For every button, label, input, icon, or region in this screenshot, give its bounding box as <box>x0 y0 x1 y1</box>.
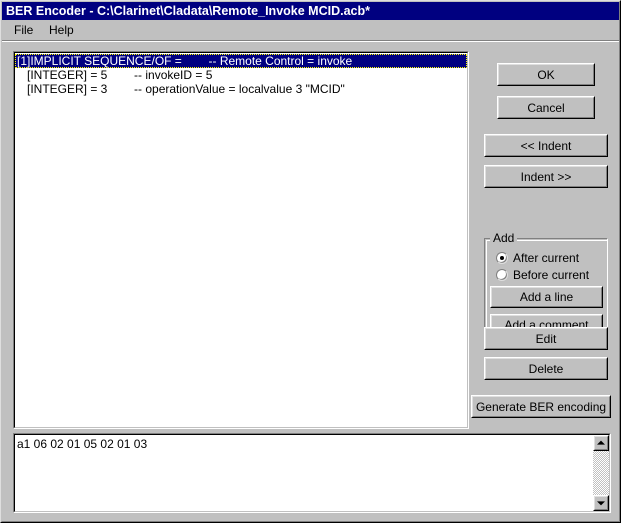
arrow-down-icon <box>597 501 605 506</box>
table-row[interactable]: [INTEGER] = 5 -- invokeID = 5 <box>15 68 467 82</box>
radio-before-current-icon <box>496 269 508 281</box>
cancel-button-label: Cancel <box>498 97 594 118</box>
radio-before-current-label: Before current <box>513 268 590 282</box>
cancel-button[interactable]: Cancel <box>497 96 595 119</box>
scroll-up-button[interactable] <box>593 435 609 451</box>
delete-button[interactable]: Delete <box>484 357 608 380</box>
indent-left-button[interactable]: << Indent <box>484 134 608 157</box>
asn1-structure-listbox[interactable]: [1]IMPLICIT SEQUENCE/OF = -- Remote Cont… <box>13 51 469 429</box>
ber-encoder-window: BER Encoder - C:\Clarinet\Cladata\Remote… <box>0 0 621 523</box>
indent-right-button[interactable]: Indent >> <box>484 165 608 188</box>
add-line-button[interactable]: Add a line <box>490 286 603 308</box>
radio-after-current[interactable]: After current <box>496 250 579 266</box>
scrollbar-track[interactable] <box>593 451 609 495</box>
radio-after-current-label: After current <box>513 251 580 265</box>
table-row[interactable]: [INTEGER] = 3 -- operationValue = localv… <box>15 82 467 96</box>
edit-button-label: Edit <box>485 328 607 349</box>
menu-item-help[interactable]: Help <box>44 23 79 38</box>
window-titlebar: BER Encoder - C:\Clarinet\Cladata\Remote… <box>2 2 619 20</box>
menu-item-file[interactable]: File <box>9 23 38 38</box>
edit-button[interactable]: Edit <box>484 327 608 350</box>
generate-ber-encoding-button-label: Generate BER encoding <box>472 396 610 417</box>
delete-button-label: Delete <box>485 358 607 379</box>
ok-button-label: OK <box>498 64 594 85</box>
radio-after-current-icon <box>496 252 508 264</box>
asn1-row-container: [1]IMPLICIT SEQUENCE/OF = -- Remote Cont… <box>15 53 467 96</box>
add-groupbox-title: Add <box>490 232 518 244</box>
ber-output-textbox[interactable]: a1 06 02 01 05 02 01 03 <box>13 433 611 513</box>
radio-before-current[interactable]: Before current <box>496 267 589 283</box>
generate-ber-encoding-button[interactable]: Generate BER encoding <box>471 395 611 418</box>
scroll-down-button[interactable] <box>593 495 609 511</box>
menubar: File Help <box>2 21 619 40</box>
arrow-up-icon <box>597 440 605 445</box>
indent-right-button-label: Indent >> <box>485 166 607 187</box>
ok-button[interactable]: OK <box>497 63 595 86</box>
ber-output-text: a1 06 02 01 05 02 01 03 <box>17 437 148 451</box>
client-area: [1]IMPLICIT SEQUENCE/OF = -- Remote Cont… <box>2 42 619 521</box>
table-row[interactable]: [1]IMPLICIT SEQUENCE/OF = -- Remote Cont… <box>15 54 467 68</box>
ber-output-scrollbar[interactable] <box>593 435 609 511</box>
add-line-button-label: Add a line <box>491 287 602 307</box>
indent-left-button-label: << Indent <box>485 135 607 156</box>
